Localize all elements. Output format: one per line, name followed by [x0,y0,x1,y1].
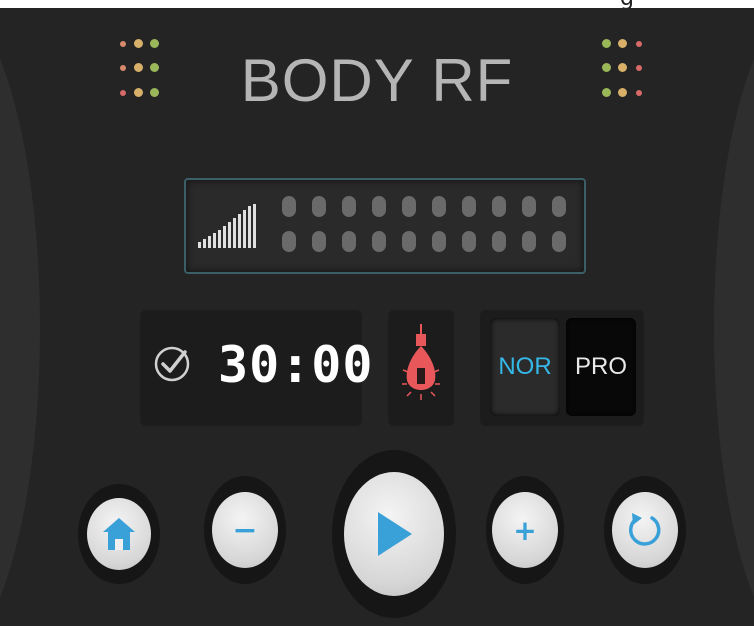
level-led [462,196,476,217]
level-led [492,231,506,252]
reset-button-well [604,476,686,584]
level-led [342,196,356,217]
level-led [492,196,506,217]
timer-value: 30:00 [218,336,374,394]
mode-selector: NOR PRO [480,310,644,426]
lamp-toggle[interactable] [388,310,454,426]
refresh-icon [628,513,661,546]
level-led [432,196,446,217]
level-led [522,231,536,252]
minus-icon: − [232,512,258,548]
light-bulb-icon [402,324,440,400]
plus-button-well: + [486,476,564,584]
level-led [552,196,566,217]
level-led [372,196,386,217]
level-led [342,231,356,252]
level-led [312,231,326,252]
home-button-well [78,484,160,584]
home-icon [103,518,135,550]
plus-icon: + [513,513,537,547]
minus-button[interactable]: − [212,492,278,568]
level-led [432,231,446,252]
level-indicator [184,178,586,274]
level-led [402,231,416,252]
device-panel: BODY RF 30:00 NOR PRO − + [0,8,754,630]
mode-pro-button[interactable]: PRO [566,318,636,416]
timer-display: 30:00 [140,310,373,426]
reset-button[interactable] [612,492,678,568]
check-circle-icon [154,346,190,382]
top-strip [0,0,754,8]
mode-nor-button[interactable]: NOR [490,318,560,416]
play-button[interactable] [344,472,444,596]
level-led [282,196,296,217]
level-led [522,196,536,217]
plus-button[interactable]: + [492,492,558,568]
play-button-well [332,450,456,618]
level-led [312,196,326,217]
level-led [402,196,416,217]
level-led [552,231,566,252]
signal-strength-icon [198,204,264,248]
play-icon [378,512,412,556]
level-led [282,231,296,252]
bottom-strip [0,626,754,630]
level-led [372,231,386,252]
level-led [462,231,476,252]
app-title: BODY RF [240,47,514,114]
home-button[interactable] [87,498,151,570]
minus-button-well: − [204,476,286,584]
